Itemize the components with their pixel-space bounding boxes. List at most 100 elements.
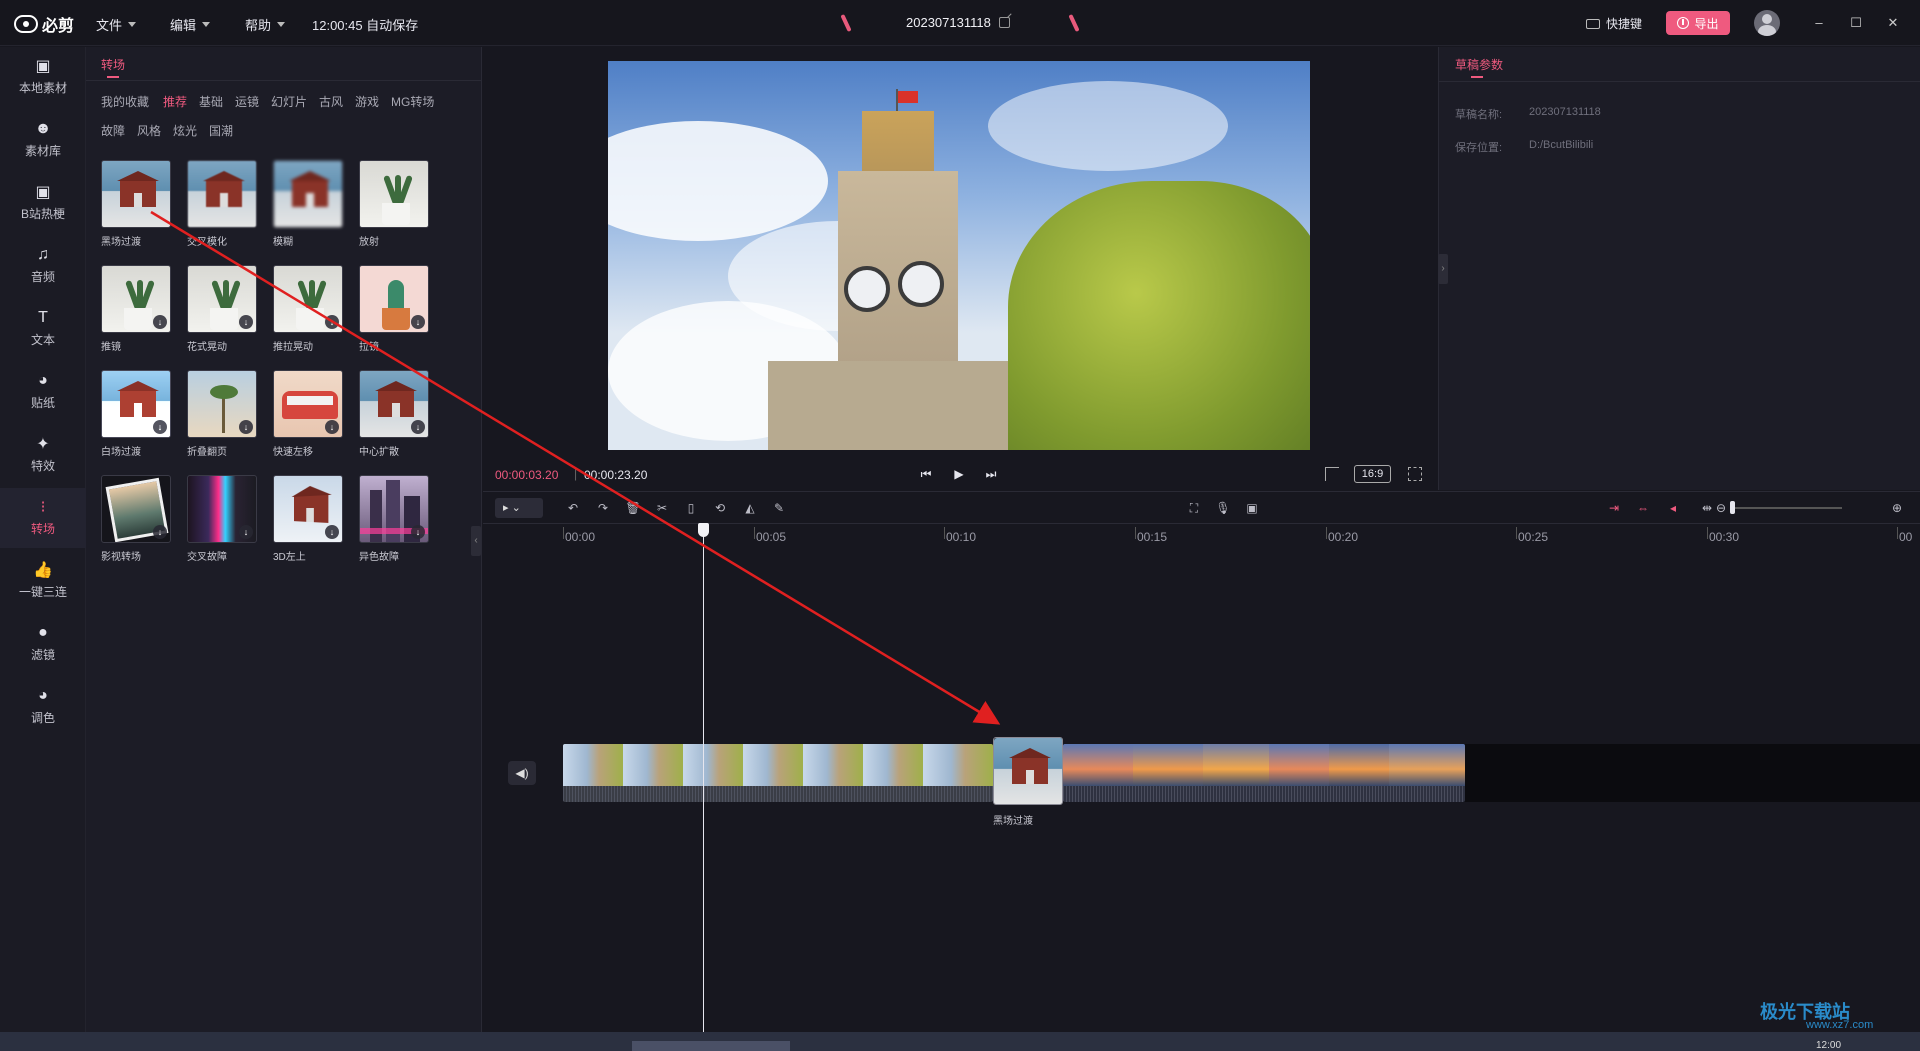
track-mute-button[interactable]: ◀): [508, 761, 536, 785]
transition-tile-radial[interactable]: 放射: [359, 160, 431, 248]
rail-item-bilibili-memes[interactable]: ▣ B站热梗: [0, 173, 86, 233]
app-logo: 必剪: [14, 12, 74, 36]
delete-icon[interactable]: 🗑: [625, 500, 641, 516]
playhead-handle[interactable]: [698, 523, 709, 537]
skip-forward-icon[interactable]: ⏭: [982, 465, 1000, 483]
user-avatar[interactable]: [1754, 10, 1780, 36]
rail-item-triple-like[interactable]: 👍 一键三连: [0, 551, 86, 611]
download-icon[interactable]: ↓: [325, 315, 339, 329]
video-preview[interactable]: [608, 61, 1310, 450]
rail-item-media-library[interactable]: ☻ 素材库: [0, 110, 86, 170]
undo-icon[interactable]: ↶: [565, 500, 581, 516]
smart-crop-icon[interactable]: ⛶: [1186, 500, 1202, 516]
rail-item-stickers[interactable]: ◕ 贴纸: [0, 362, 86, 422]
download-icon[interactable]: ↓: [153, 420, 167, 434]
minimize-button[interactable]: –: [1809, 13, 1829, 33]
zoom-slider-track[interactable]: [1732, 507, 1842, 509]
collapse-panel-handle[interactable]: ‹: [471, 526, 481, 556]
link-clips-icon[interactable]: ⇔: [1635, 500, 1651, 516]
taskbar-active-app[interactable]: [632, 1041, 790, 1051]
category-guochao[interactable]: 国潮: [209, 122, 233, 139]
playhead-line[interactable]: [703, 531, 704, 1032]
transition-tile-3d-top-left[interactable]: ↓ 3D左上: [273, 475, 345, 563]
transition-tile-push-pull-shake[interactable]: ↓ 推拉晃动: [273, 265, 345, 353]
maximize-button[interactable]: ☐: [1846, 13, 1866, 33]
rail-item-audio[interactable]: ♫ 音频: [0, 236, 86, 296]
menu-edit[interactable]: 编辑: [170, 15, 211, 34]
video-clip-tower[interactable]: [563, 744, 993, 802]
download-icon[interactable]: ↓: [153, 315, 167, 329]
rail-item-effects[interactable]: ✦ 特效: [0, 425, 86, 485]
zoom-out-icon[interactable]: ⊖: [1713, 500, 1729, 516]
transition-thumbnail: ↓: [359, 475, 429, 543]
transition-tile-pull-out[interactable]: ↓ 拉镜: [359, 265, 431, 353]
audio-icon[interactable]: ◂: [1665, 500, 1681, 516]
close-button[interactable]: ✕: [1883, 13, 1903, 33]
redo-icon[interactable]: ↷: [595, 500, 611, 516]
category-glitch[interactable]: 故障: [101, 122, 125, 139]
transition-tile-push-in[interactable]: ↓ 推镜: [101, 265, 173, 353]
download-icon[interactable]: ↓: [411, 525, 425, 539]
transition-tile-color-glitch[interactable]: ↓ 异色故障: [359, 475, 431, 563]
magnet-snap-icon[interactable]: ⇥: [1606, 500, 1622, 516]
download-icon[interactable]: ↓: [411, 315, 425, 329]
rail-item-filters[interactable]: ● 滤镜: [0, 614, 86, 674]
category-game[interactable]: 游戏: [355, 93, 379, 110]
category-basic[interactable]: 基础: [199, 93, 223, 110]
tile-label: 放射: [359, 237, 379, 248]
zoom-in-icon[interactable]: ⊕: [1889, 500, 1905, 516]
transition-tile-black-fade[interactable]: 黑场过渡: [101, 160, 173, 248]
transition-tile-fold-page[interactable]: ↓ 折叠翻页: [187, 370, 259, 458]
shortcuts-button[interactable]: 快捷键: [1586, 15, 1642, 32]
transition-tile-cross-blur[interactable]: 交叉模化: [187, 160, 259, 248]
category-slideshow[interactable]: 幻灯片: [271, 93, 307, 110]
play-icon[interactable]: ▶: [950, 465, 968, 483]
category-mg[interactable]: MG转场: [391, 93, 434, 110]
rail-item-color[interactable]: ◕ 调色: [0, 677, 86, 737]
crop-icon[interactable]: [1325, 467, 1339, 481]
video-clip-sunset[interactable]: [1063, 744, 1465, 802]
transition-tile-cinematic[interactable]: ↓ 影视转场: [101, 475, 173, 563]
fullscreen-icon[interactable]: [1408, 467, 1422, 481]
expand-properties-handle[interactable]: ›: [1438, 254, 1448, 284]
pin-icon[interactable]: ✎: [771, 500, 787, 516]
select-tool-dropdown[interactable]: ▸ ⌄: [495, 498, 543, 518]
aspect-ratio-button[interactable]: 16:9: [1354, 465, 1391, 483]
transition-on-timeline[interactable]: [993, 737, 1063, 805]
menu-file[interactable]: 文件: [96, 15, 137, 34]
download-icon[interactable]: ↓: [325, 525, 339, 539]
skip-back-icon[interactable]: ⏮: [917, 465, 935, 483]
split-icon[interactable]: ✂: [654, 500, 670, 516]
zoom-slider-handle[interactable]: [1730, 501, 1735, 514]
download-icon[interactable]: ↓: [153, 525, 167, 539]
transition-tile-center-spread[interactable]: ↓ 中心扩散: [359, 370, 431, 458]
download-icon[interactable]: ↓: [239, 315, 253, 329]
transition-tile-blur[interactable]: 模糊: [273, 160, 345, 248]
microphone-icon[interactable]: 🎙: [1215, 500, 1231, 516]
category-recommended[interactable]: 推荐: [163, 93, 187, 110]
download-icon[interactable]: ↓: [411, 420, 425, 434]
rename-icon[interactable]: [998, 17, 1010, 28]
category-glow[interactable]: 炫光: [173, 122, 197, 139]
rail-item-local-media[interactable]: ▣ 本地素材: [0, 47, 86, 107]
project-title[interactable]: 202307131118: [906, 15, 1010, 30]
transition-tile-white-fade[interactable]: ↓ 白场过渡: [101, 370, 173, 458]
category-camera[interactable]: 运镜: [235, 93, 259, 110]
camera-icon[interactable]: ▣: [1244, 500, 1260, 516]
reverse-icon[interactable]: ⟲: [712, 500, 728, 516]
transition-tile-cross-glitch[interactable]: ↓ 交叉故障: [187, 475, 259, 563]
category-favorites[interactable]: 我的收藏: [101, 93, 149, 110]
rail-item-text[interactable]: T 文本: [0, 299, 86, 359]
menu-help[interactable]: 帮助: [245, 15, 286, 34]
category-style[interactable]: 风格: [137, 122, 161, 139]
transition-tile-fancy-shake[interactable]: ↓ 花式晃动: [187, 265, 259, 353]
mirror-icon[interactable]: ◭: [742, 500, 758, 516]
category-ancient[interactable]: 古风: [319, 93, 343, 110]
export-button[interactable]: 导出: [1666, 11, 1730, 35]
transition-tile-quick-left[interactable]: ↓ 快速左移: [273, 370, 345, 458]
download-icon[interactable]: ↓: [239, 525, 253, 539]
freeze-frame-icon[interactable]: ▯: [683, 500, 699, 516]
download-icon[interactable]: ↓: [325, 420, 339, 434]
download-icon[interactable]: ↓: [239, 420, 253, 434]
rail-item-transitions[interactable]: ⁝ 转场: [0, 488, 86, 548]
